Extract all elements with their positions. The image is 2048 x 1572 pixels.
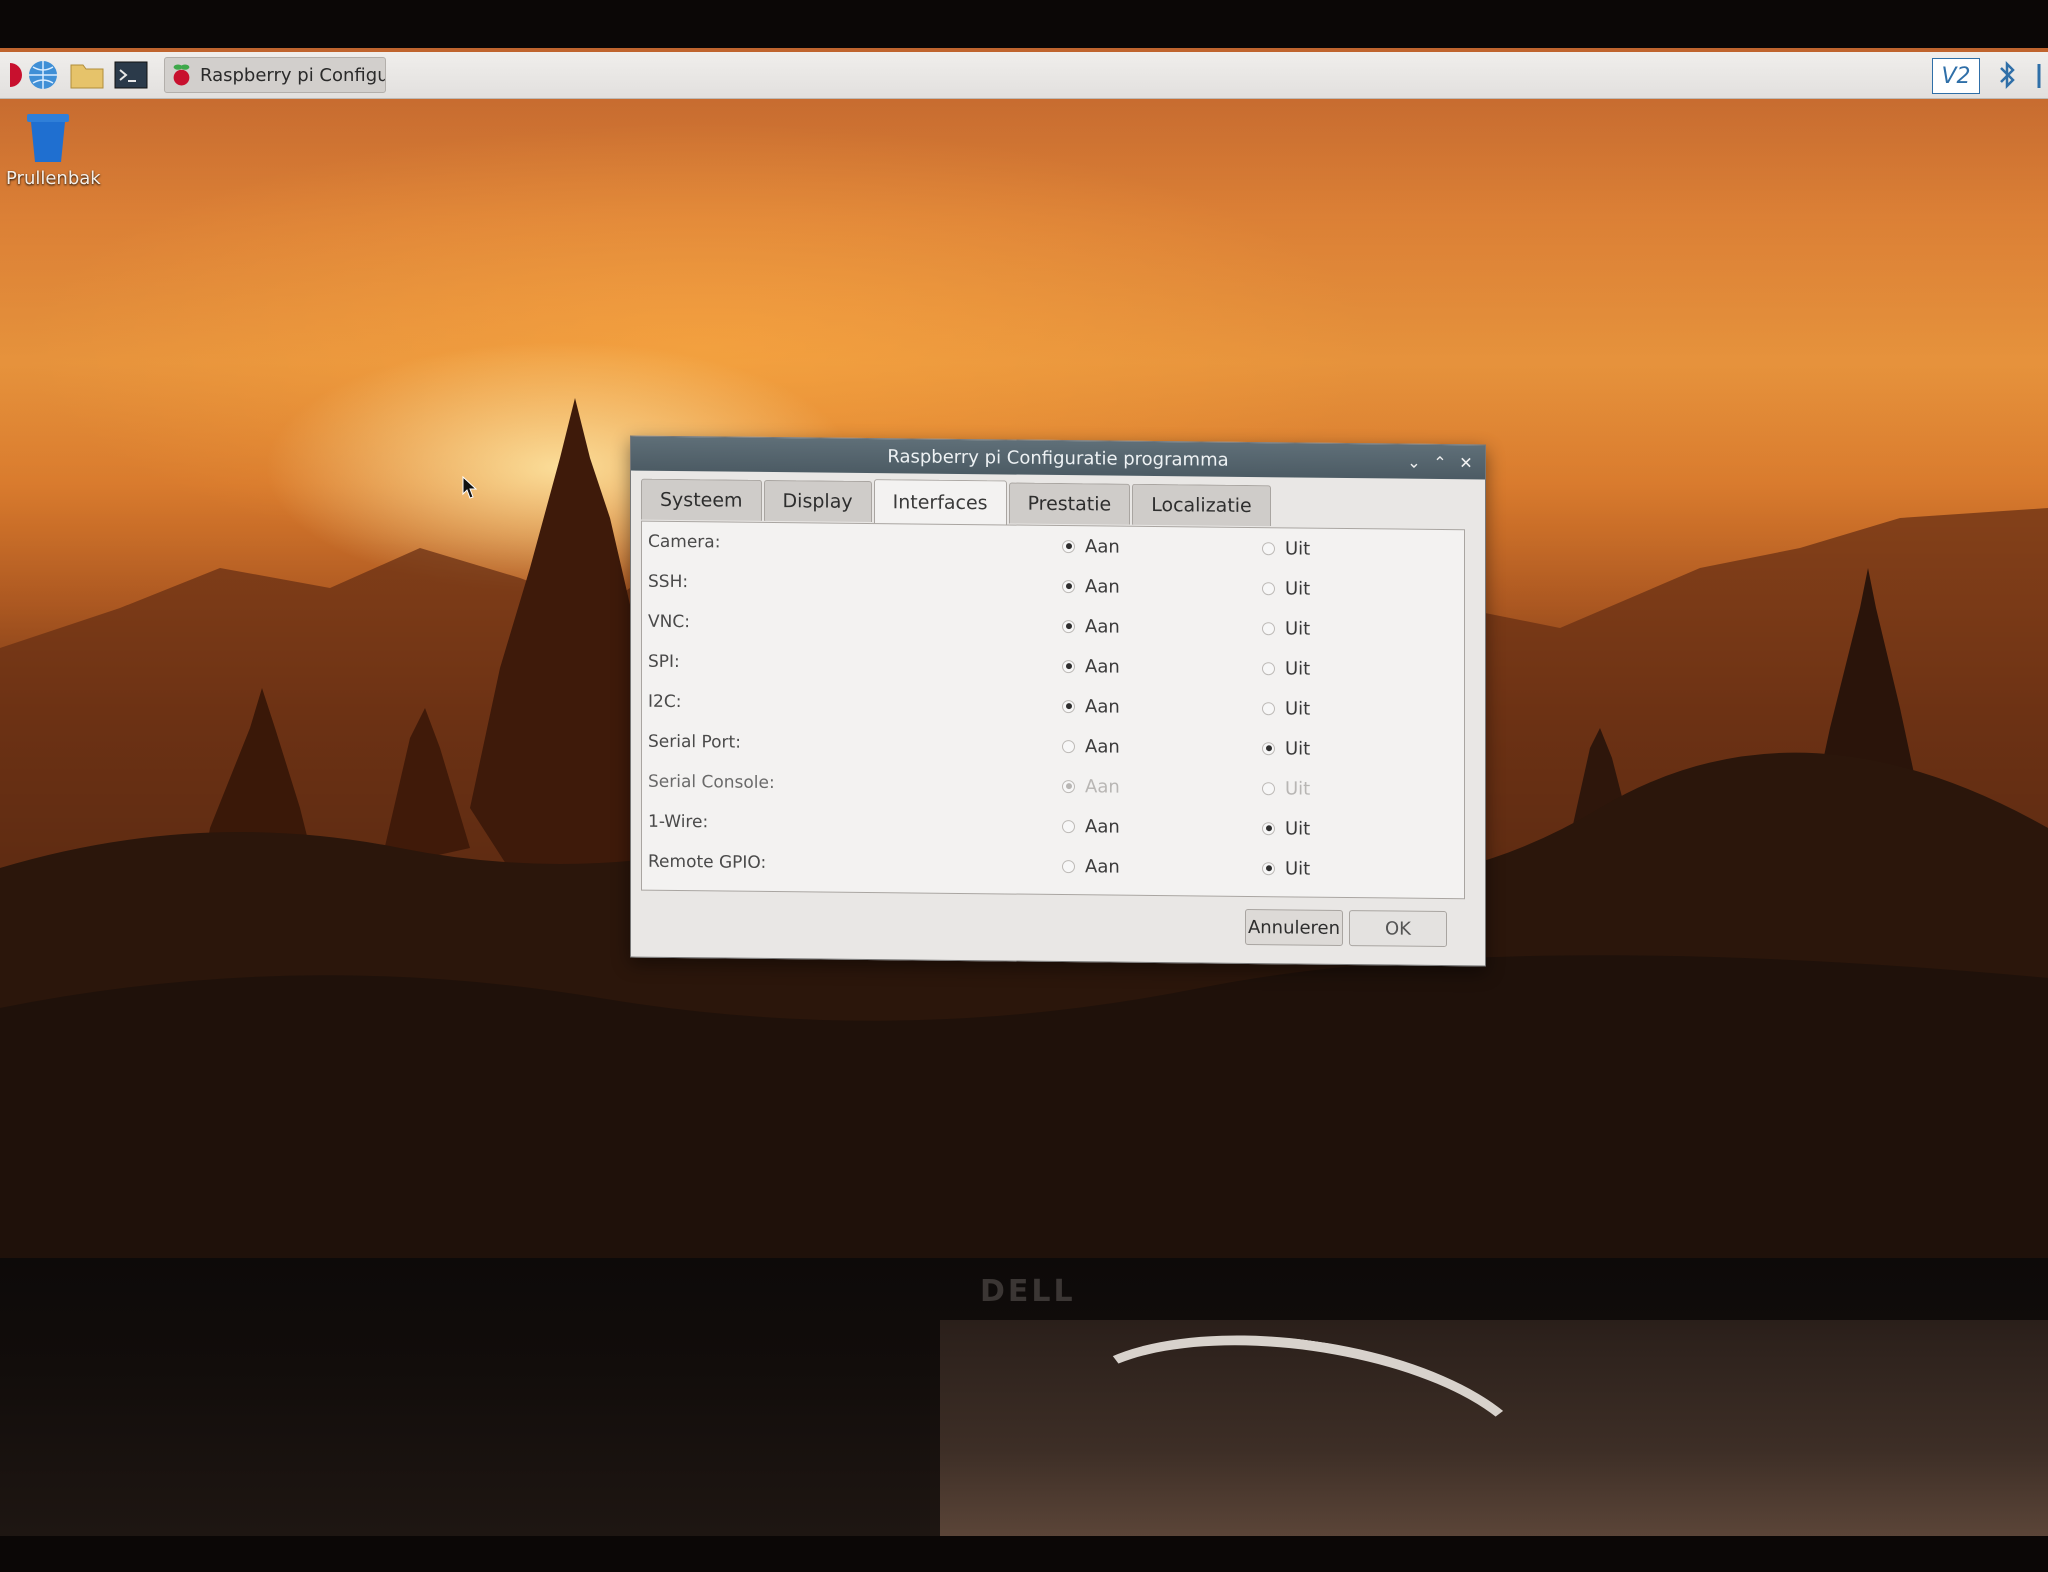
i2c-on-radio[interactable]: Aan xyxy=(1062,696,1120,717)
taskbar: Raspberry pi Configur... V2 xyxy=(0,52,2048,99)
taskbar-task-label: Raspberry pi Configur... xyxy=(199,64,385,86)
terminal-icon[interactable] xyxy=(114,59,148,91)
row-label: Serial Console: xyxy=(648,771,775,794)
camera-off-radio[interactable]: Uit xyxy=(1262,538,1310,559)
row-label: Serial Port: xyxy=(648,731,741,753)
camera-on-radio[interactable]: Aan xyxy=(1062,536,1120,557)
ok-button[interactable]: OK xyxy=(1349,910,1447,948)
serial-console-on-radio: Aan xyxy=(1062,776,1120,797)
vnc-icon[interactable]: V2 xyxy=(1932,58,1980,94)
close-icon[interactable]: ✕ xyxy=(1455,451,1477,473)
row-label: VNC: xyxy=(648,611,690,633)
tab-display[interactable]: Display xyxy=(763,479,872,523)
dialog-title: Raspberry pi Configuratie programma xyxy=(887,445,1229,471)
row-label: I2C: xyxy=(648,691,682,713)
maximize-icon[interactable]: ⌃ xyxy=(1429,451,1451,473)
row-label: 1-Wire: xyxy=(648,811,709,833)
ssh-off-radio[interactable]: Uit xyxy=(1262,578,1310,599)
row-remote-gpio: Remote GPIO: Aan Uit xyxy=(642,842,1464,891)
vnc-on-radio[interactable]: Aan xyxy=(1062,616,1120,637)
row-label: Camera: xyxy=(648,531,721,553)
one-wire-on-radio[interactable]: Aan xyxy=(1062,816,1120,837)
vnc-off-radio[interactable]: Uit xyxy=(1262,618,1310,639)
network-icon[interactable] xyxy=(2032,58,2048,92)
taskbar-task-raspi-config[interactable]: Raspberry pi Configur... xyxy=(164,57,386,93)
raspi-config-dialog: Raspberry pi Configuratie programma ⌄ ⌃ … xyxy=(630,435,1486,967)
row-label: SSH: xyxy=(648,571,689,593)
serial-console-off-radio: Uit xyxy=(1262,778,1310,799)
serial-port-on-radio[interactable]: Aan xyxy=(1062,736,1120,757)
row-label: SPI: xyxy=(648,651,680,673)
dialog-titlebar[interactable]: Raspberry pi Configuratie programma ⌄ ⌃ … xyxy=(631,436,1485,480)
tab-interfaces[interactable]: Interfaces xyxy=(873,479,1007,526)
mouse-cursor-icon xyxy=(462,476,478,499)
file-manager-folder-icon[interactable] xyxy=(70,59,104,91)
tab-prestatie[interactable]: Prestatie xyxy=(1008,482,1131,525)
raspberry-icon xyxy=(173,64,190,86)
browser-globe-icon[interactable] xyxy=(26,59,60,91)
monitor-brand-logo: DELL xyxy=(980,1274,1076,1309)
row-label: Remote GPIO: xyxy=(648,851,767,873)
trash-label: Prullenbak xyxy=(6,168,101,189)
spi-on-radio[interactable]: Aan xyxy=(1062,656,1120,677)
serial-port-off-radio[interactable]: Uit xyxy=(1262,738,1310,759)
ssh-on-radio[interactable]: Aan xyxy=(1062,576,1120,597)
spi-off-radio[interactable]: Uit xyxy=(1262,658,1310,679)
tab-systeem[interactable]: Systeem xyxy=(641,478,762,521)
interfaces-panel: Camera: Aan Uit SSH: Aan Uit VNC: Aan Ui… xyxy=(641,520,1465,900)
remote-gpio-off-radio[interactable]: Uit xyxy=(1262,858,1310,879)
i2c-off-radio[interactable]: Uit xyxy=(1262,698,1310,719)
trash-icon xyxy=(27,114,69,162)
remote-gpio-on-radio[interactable]: Aan xyxy=(1062,856,1120,877)
tab-localizatie[interactable]: Localizatie xyxy=(1132,483,1271,527)
bluetooth-icon[interactable] xyxy=(1990,58,2024,92)
tab-bar: Systeem Display Interfaces Prestatie Loc… xyxy=(641,478,1273,528)
one-wire-off-radio[interactable]: Uit xyxy=(1262,818,1310,839)
minimize-icon[interactable]: ⌄ xyxy=(1403,451,1425,473)
cancel-button[interactable]: Annuleren xyxy=(1245,908,1343,946)
desktop-trash[interactable]: Prullenbak xyxy=(6,112,101,189)
